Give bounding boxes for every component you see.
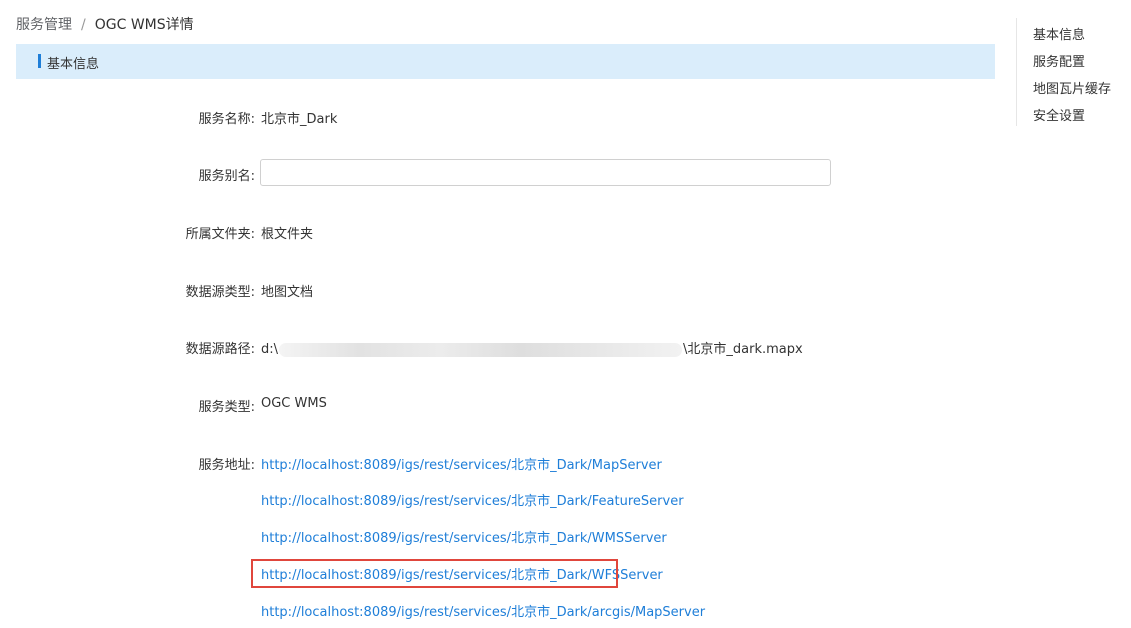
- folder-row: 所属文件夹: 根文件夹: [0, 223, 1000, 243]
- service-type-row: 服务类型: OGC WMS: [0, 396, 1000, 416]
- section-title: 基本信息: [47, 57, 100, 72]
- side-nav-item-tile-cache[interactable]: 地图瓦片缓存: [1033, 78, 1111, 97]
- service-type-label: 服务类型:: [198, 400, 255, 415]
- datasource-path-suffix: \北京市_dark.mapx: [683, 342, 803, 357]
- section-accent-bar: [38, 54, 41, 68]
- datasource-path-row: 数据源路径: d:\ \北京市_dark.mapx: [0, 338, 1000, 358]
- service-link-wmsserver[interactable]: http://localhost:8089/igs/rest/services/…: [261, 527, 667, 546]
- service-address-label: 服务地址:: [198, 458, 255, 473]
- service-name-label: 服务名称:: [198, 112, 255, 127]
- service-link-mapserver[interactable]: http://localhost:8089/igs/rest/services/…: [261, 454, 662, 473]
- breadcrumb-root[interactable]: 服务管理: [16, 17, 72, 33]
- breadcrumb-separator: /: [81, 17, 86, 33]
- datasource-path-prefix: d:\: [261, 342, 279, 357]
- service-link-arcgis-mapserver[interactable]: http://localhost:8089/igs/rest/services/…: [261, 601, 705, 620]
- redacted-path-segment: [279, 342, 683, 357]
- datasource-type-value: 地图文档: [261, 285, 314, 300]
- folder-label: 所属文件夹:: [185, 227, 255, 242]
- datasource-type-row: 数据源类型: 地图文档: [0, 281, 1000, 301]
- datasource-type-label: 数据源类型:: [185, 285, 255, 300]
- datasource-path-label: 数据源路径:: [185, 342, 255, 357]
- service-link-featureserver[interactable]: http://localhost:8089/igs/rest/services/…: [261, 490, 684, 509]
- service-alias-label: 服务别名:: [198, 169, 255, 184]
- service-name-row: 服务名称: 北京市_Dark: [0, 108, 1000, 128]
- side-nav: 基本信息 服务配置 地图瓦片缓存 安全设置: [1016, 18, 1127, 126]
- service-name-value: 北京市_Dark: [261, 112, 338, 127]
- folder-value: 根文件夹: [261, 227, 314, 242]
- service-link-wfsserver[interactable]: http://localhost:8089/igs/rest/services/…: [261, 564, 663, 583]
- service-type-value: OGC WMS: [261, 396, 327, 411]
- service-alias-input[interactable]: [260, 159, 831, 186]
- side-nav-item-basic-info[interactable]: 基本信息: [1033, 24, 1085, 43]
- breadcrumb: 服务管理 / OGC WMS详情: [16, 14, 194, 34]
- datasource-path-value: d:\ \北京市_dark.mapx: [261, 338, 803, 357]
- side-nav-item-service-config[interactable]: 服务配置: [1033, 51, 1085, 70]
- side-nav-item-security[interactable]: 安全设置: [1033, 105, 1085, 124]
- section-header: 基本信息: [16, 44, 995, 79]
- breadcrumb-current: OGC WMS详情: [94, 17, 194, 33]
